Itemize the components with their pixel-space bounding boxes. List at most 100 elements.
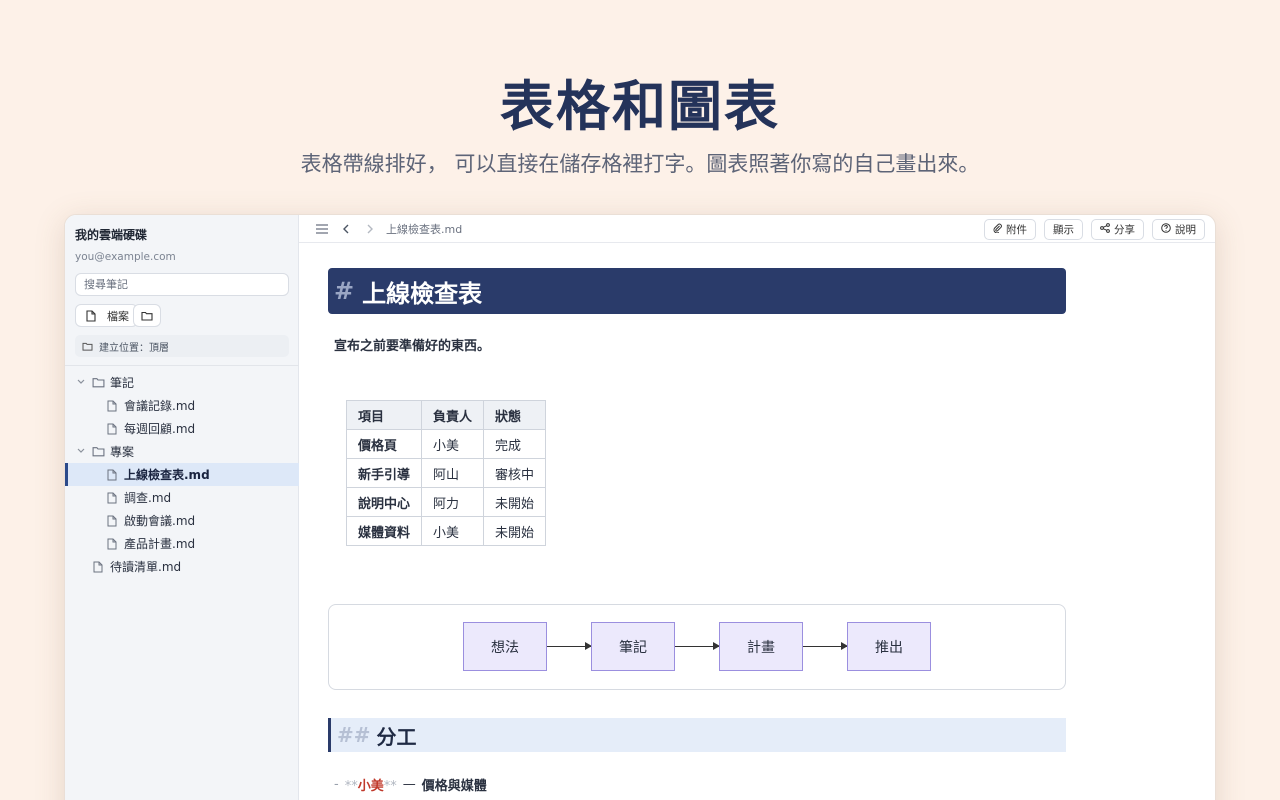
heading-marker: #: [334, 277, 355, 305]
list-separator: —: [402, 777, 416, 792]
list-item[interactable]: - **小美** — 價格與媒體: [334, 775, 487, 794]
tree-item-label: 每週回顧.md: [124, 422, 196, 436]
table-row: 價格頁 小美 完成: [345, 429, 547, 459]
tree-item-label: 啟動會議.md: [124, 514, 196, 528]
file-icon: [105, 491, 119, 505]
list-bullet: -: [334, 777, 339, 792]
table-row: 說明中心 阿力 未開始: [345, 487, 547, 517]
folder-icon: [140, 309, 154, 323]
chevron-down-icon[interactable]: [74, 447, 88, 457]
sidebar-folder[interactable]: 筆記: [65, 371, 299, 394]
file-icon: [91, 560, 105, 574]
heading-2-text: 分工: [376, 724, 417, 749]
bold-marker: **: [344, 779, 358, 794]
flow-diagram[interactable]: 想法 筆記 計畫 推出: [328, 604, 1066, 690]
sidebar-folder[interactable]: 專案: [65, 440, 299, 463]
toolbar: 上線檢查表.md 附件 顯示 分享 說明: [299, 215, 1215, 243]
file-icon: [105, 399, 119, 413]
help-label: 說明: [1175, 224, 1196, 236]
sidebar-file[interactable]: 每週回顧.md: [65, 417, 299, 440]
file-tree: 筆記會議記錄.md 每週回顧.md 專案上線檢查表.md 調查.md 啟動會議.md 產品…: [65, 371, 299, 578]
heading-2[interactable]: ## 分工: [328, 718, 1066, 752]
diagram-arrow: [547, 642, 592, 650]
heading-marker: ##: [337, 723, 371, 747]
file-icon: [105, 422, 119, 436]
table-cell[interactable]: 完成: [483, 429, 547, 459]
folder-icon: [91, 376, 105, 390]
table-cell[interactable]: 小美: [421, 516, 485, 546]
assignee-name: 小美: [357, 779, 384, 794]
table-row: 媒體資料 小美 未開始: [345, 516, 547, 546]
table-cell[interactable]: 未開始: [483, 516, 547, 546]
tree-item-label: 會議記錄.md: [124, 399, 196, 413]
sidebar: 我的雲端硬碟 you@example.com 搜尋筆記 檔案 建立位置：頂層 筆…: [65, 215, 299, 800]
table-cell[interactable]: 說明中心: [345, 487, 423, 517]
attach-label: 附件: [1006, 224, 1027, 236]
sidebar-divider: [65, 365, 299, 366]
help-icon: [1161, 223, 1171, 236]
file-icon: [105, 514, 119, 528]
new-file-button[interactable]: 檔案: [75, 304, 138, 327]
share-button[interactable]: 分享: [1091, 219, 1144, 240]
folder-icon: [81, 339, 93, 353]
tree-item-label: 產品計畫.md: [124, 537, 196, 551]
diagram-node: 想法: [463, 622, 547, 671]
hero-subtitle: 表格帶線排好， 可以直接在儲存格裡打字。圖表照著你寫的自己畫出來。: [300, 152, 980, 176]
table-cell[interactable]: 新手引導: [345, 458, 423, 488]
create-location[interactable]: 建立位置：頂層: [75, 335, 289, 357]
forward-icon[interactable]: [360, 219, 380, 239]
table-header-row: 項目 負責人 狀態: [345, 400, 547, 430]
data-table: 項目 負責人 狀態 價格頁 小美 完成 新手引導 阿山 審核中 說明中心 阿力 …: [345, 400, 547, 546]
sidebar-file[interactable]: 會議記錄.md: [65, 394, 299, 417]
create-location-label: 建立位置：頂層: [99, 342, 169, 354]
table-header-cell[interactable]: 狀態: [483, 400, 547, 430]
display-button[interactable]: 顯示: [1044, 219, 1083, 240]
help-button[interactable]: 說明: [1152, 219, 1205, 240]
table-cell[interactable]: 阿力: [421, 487, 485, 517]
chevron-down-icon[interactable]: [74, 378, 88, 388]
sidebar-file[interactable]: 產品計畫.md: [65, 532, 299, 555]
diagram-node: 筆記: [591, 622, 675, 671]
share-label: 分享: [1114, 224, 1135, 236]
sidebar-file[interactable]: 啟動會議.md: [65, 509, 299, 532]
tree-item-label: 筆記: [110, 376, 135, 390]
new-file-label: 檔案: [107, 309, 129, 323]
tree-item-label: 調查.md: [124, 491, 172, 505]
intro-paragraph[interactable]: 宣布之前要準備好的東西。: [334, 335, 490, 354]
display-label: 顯示: [1053, 224, 1074, 236]
diagram-node: 計畫: [719, 622, 803, 671]
tree-item-label: 上線檢查表.md: [124, 468, 210, 482]
app-window: 我的雲端硬碟 you@example.com 搜尋筆記 檔案 建立位置：頂層 筆…: [64, 214, 1216, 800]
tree-item-label: 待讀清單.md: [110, 560, 182, 574]
heading-1[interactable]: # 上線檢查表: [328, 268, 1066, 314]
editor-pane: 上線檢查表.md 附件 顯示 分享 說明 # 上線檢查表 宣布之前要準備好的東西…: [299, 215, 1215, 800]
drive-name[interactable]: 我的雲端硬碟: [75, 226, 147, 243]
menu-icon[interactable]: [312, 219, 332, 239]
table-cell[interactable]: 審核中: [483, 458, 547, 488]
diagram-arrow: [803, 642, 848, 650]
list-task: 價格與媒體: [421, 779, 487, 794]
search-input[interactable]: 搜尋筆記: [75, 273, 289, 296]
attach-button[interactable]: 附件: [984, 219, 1036, 240]
table-cell[interactable]: 價格頁: [345, 429, 423, 459]
sidebar-file[interactable]: 待讀清單.md: [65, 555, 299, 578]
table-cell[interactable]: 小美: [421, 429, 485, 459]
file-icon: [105, 537, 119, 551]
diagram-node: 推出: [847, 622, 931, 671]
new-folder-button[interactable]: [133, 304, 161, 327]
table-row: 新手引導 阿山 審核中: [345, 458, 547, 488]
folder-icon: [91, 445, 105, 459]
bold-marker: **: [383, 779, 397, 794]
table-header-cell[interactable]: 負責人: [421, 400, 485, 430]
diagram-arrow: [675, 642, 720, 650]
breadcrumb: 上線檢查表.md: [386, 222, 463, 236]
table-header-cell[interactable]: 項目: [345, 400, 423, 430]
sidebar-file[interactable]: 調查.md: [65, 486, 299, 509]
table-cell[interactable]: 阿山: [421, 458, 485, 488]
table-cell[interactable]: 媒體資料: [345, 516, 423, 546]
account-email: you@example.com: [75, 251, 176, 263]
paperclip-icon: [993, 223, 1002, 236]
back-icon[interactable]: [336, 219, 356, 239]
table-cell[interactable]: 未開始: [483, 487, 547, 517]
sidebar-file[interactable]: 上線檢查表.md: [65, 463, 299, 486]
